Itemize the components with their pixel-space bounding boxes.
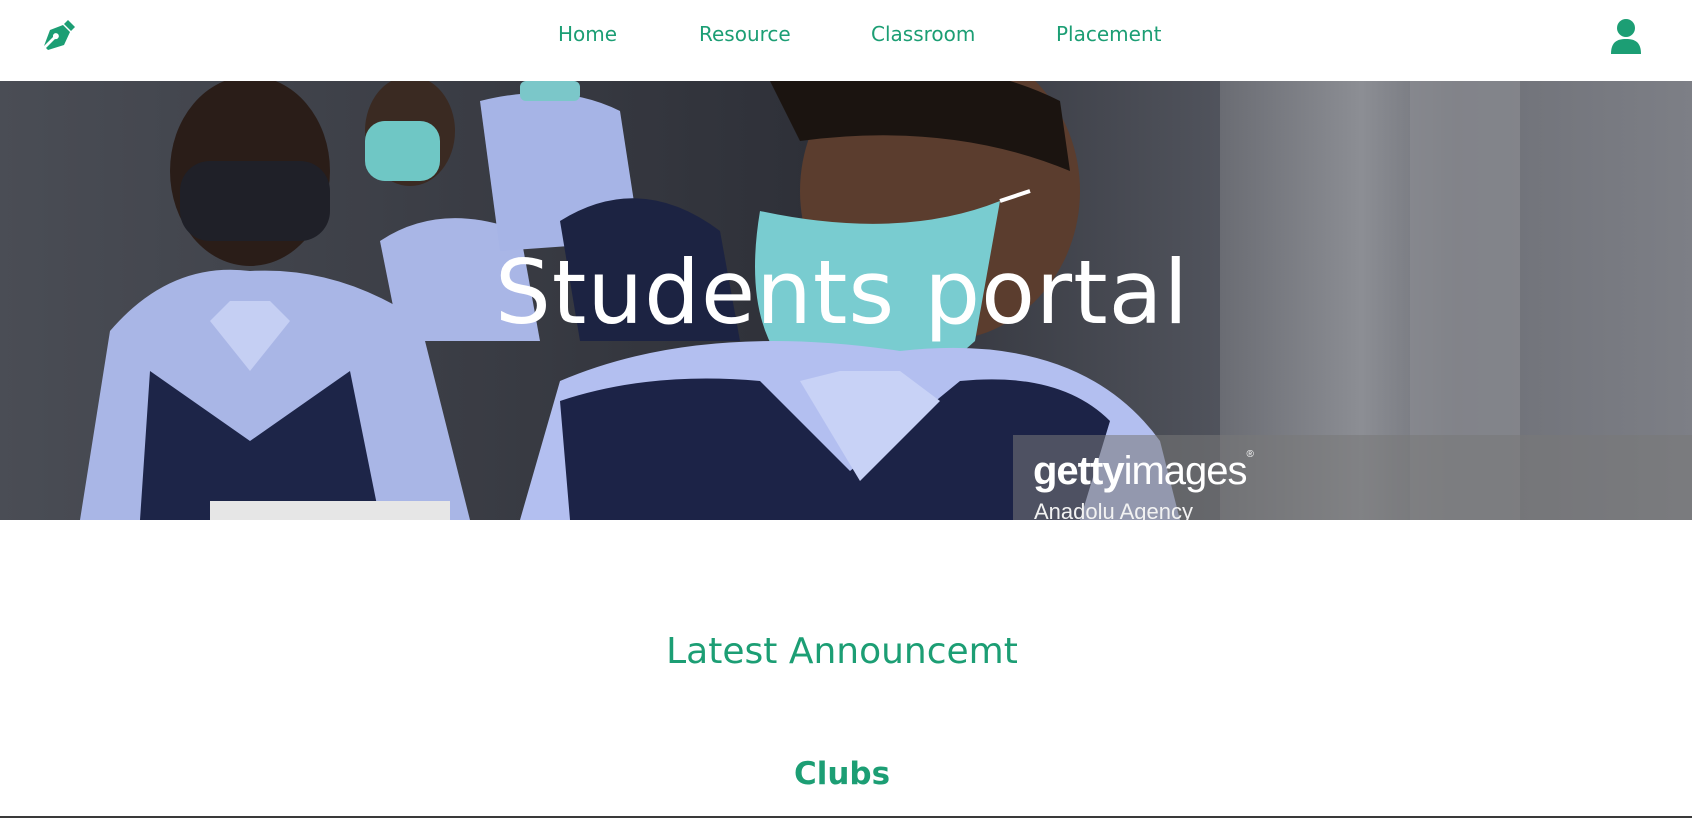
user-icon[interactable]	[1609, 18, 1643, 54]
stock-watermark: gettyimages® Anadolu Agency	[1013, 435, 1692, 520]
nav-classroom-link[interactable]: Classroom	[871, 22, 975, 46]
pen-nib-icon[interactable]	[42, 17, 78, 53]
clubs-heading: Clubs	[793, 756, 891, 792]
getty-images-logo: gettyimages®	[1033, 449, 1254, 493]
announcement-heading: Latest Announcemt	[666, 631, 1018, 672]
nav-home-link[interactable]: Home	[558, 22, 617, 46]
top-navbar: Home Resource Classroom Placement	[0, 0, 1692, 81]
hero-title: Students portal	[495, 241, 1189, 344]
nav-placement-link[interactable]: Placement	[1056, 22, 1161, 46]
nav-resource-link[interactable]: Resource	[699, 22, 791, 46]
photo-credit: Anadolu Agency	[1034, 499, 1194, 520]
hero-banner: Students portal gettyimages® Anadolu Age…	[0, 81, 1692, 520]
